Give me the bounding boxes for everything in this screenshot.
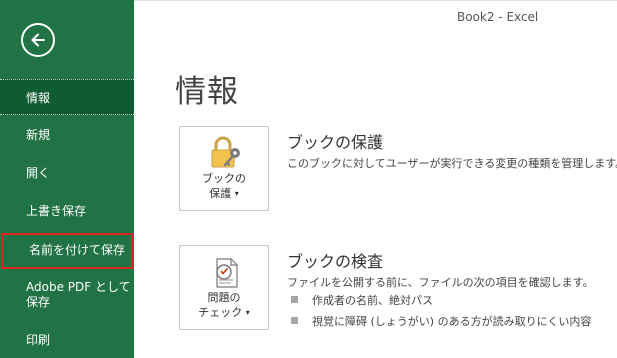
window-title: Book2 - Excel (457, 10, 539, 24)
protect-description: このブックに対してユーザーが実行できる変更の種類を管理します。 (287, 157, 617, 170)
dropdown-caret-icon: ▾ (245, 308, 250, 317)
check-button-label-line1: 問題の (207, 291, 241, 304)
nav-save-as-adobe-pdf-line1: Adobe PDF として (26, 280, 131, 294)
check-button-label-line2: チェック ▾ (198, 306, 250, 319)
inspect-item-author: 作成者の名前、絶対パス (312, 294, 433, 307)
nav-save-as-adobe-pdf[interactable]: Adobe PDF として 保存 (0, 274, 134, 318)
nav-save-as[interactable]: 名前を付けて保存 (1, 233, 133, 269)
inspect-document-icon (216, 258, 238, 288)
protect-heading: ブックの保護 (287, 133, 384, 152)
check-for-issues-button[interactable]: 問題の チェック ▾ (179, 245, 269, 330)
dropdown-caret-icon: ▾ (234, 189, 239, 198)
nav-save[interactable]: 上書き保存 (0, 193, 134, 229)
bullet-icon (291, 296, 298, 303)
top-divider (134, 0, 617, 1)
inspect-heading: ブックの検査 (287, 252, 384, 271)
nav-info[interactable]: 情報 (0, 79, 134, 115)
backstage-sidebar: 情報 新規 開く 上書き保存 名前を付けて保存 Adobe PDF として 保存… (0, 0, 134, 358)
nav-new[interactable]: 新規 (0, 117, 134, 153)
nav-print[interactable]: 印刷 (0, 322, 134, 358)
back-button[interactable] (21, 23, 55, 57)
back-arrow-icon (31, 33, 45, 47)
inspect-item-accessibility: 視覚に障碍 (しょうがい) のある方が読み取りにくい内容 (312, 315, 592, 328)
lock-key-icon (211, 136, 240, 168)
inspect-description: ファイルを公開する前に、ファイルの次の項目を確認します。 (287, 276, 594, 289)
page-title: 情報 (175, 74, 239, 110)
nav-open[interactable]: 開く (0, 155, 134, 191)
protect-button-label-line1: ブックの (202, 172, 246, 185)
bullet-icon (291, 317, 298, 324)
protect-button-label-line2: 保護 ▾ (209, 187, 239, 200)
nav-save-as-adobe-pdf-line2: 保存 (26, 295, 51, 309)
protect-workbook-button[interactable]: ブックの 保護 ▾ (179, 126, 269, 211)
